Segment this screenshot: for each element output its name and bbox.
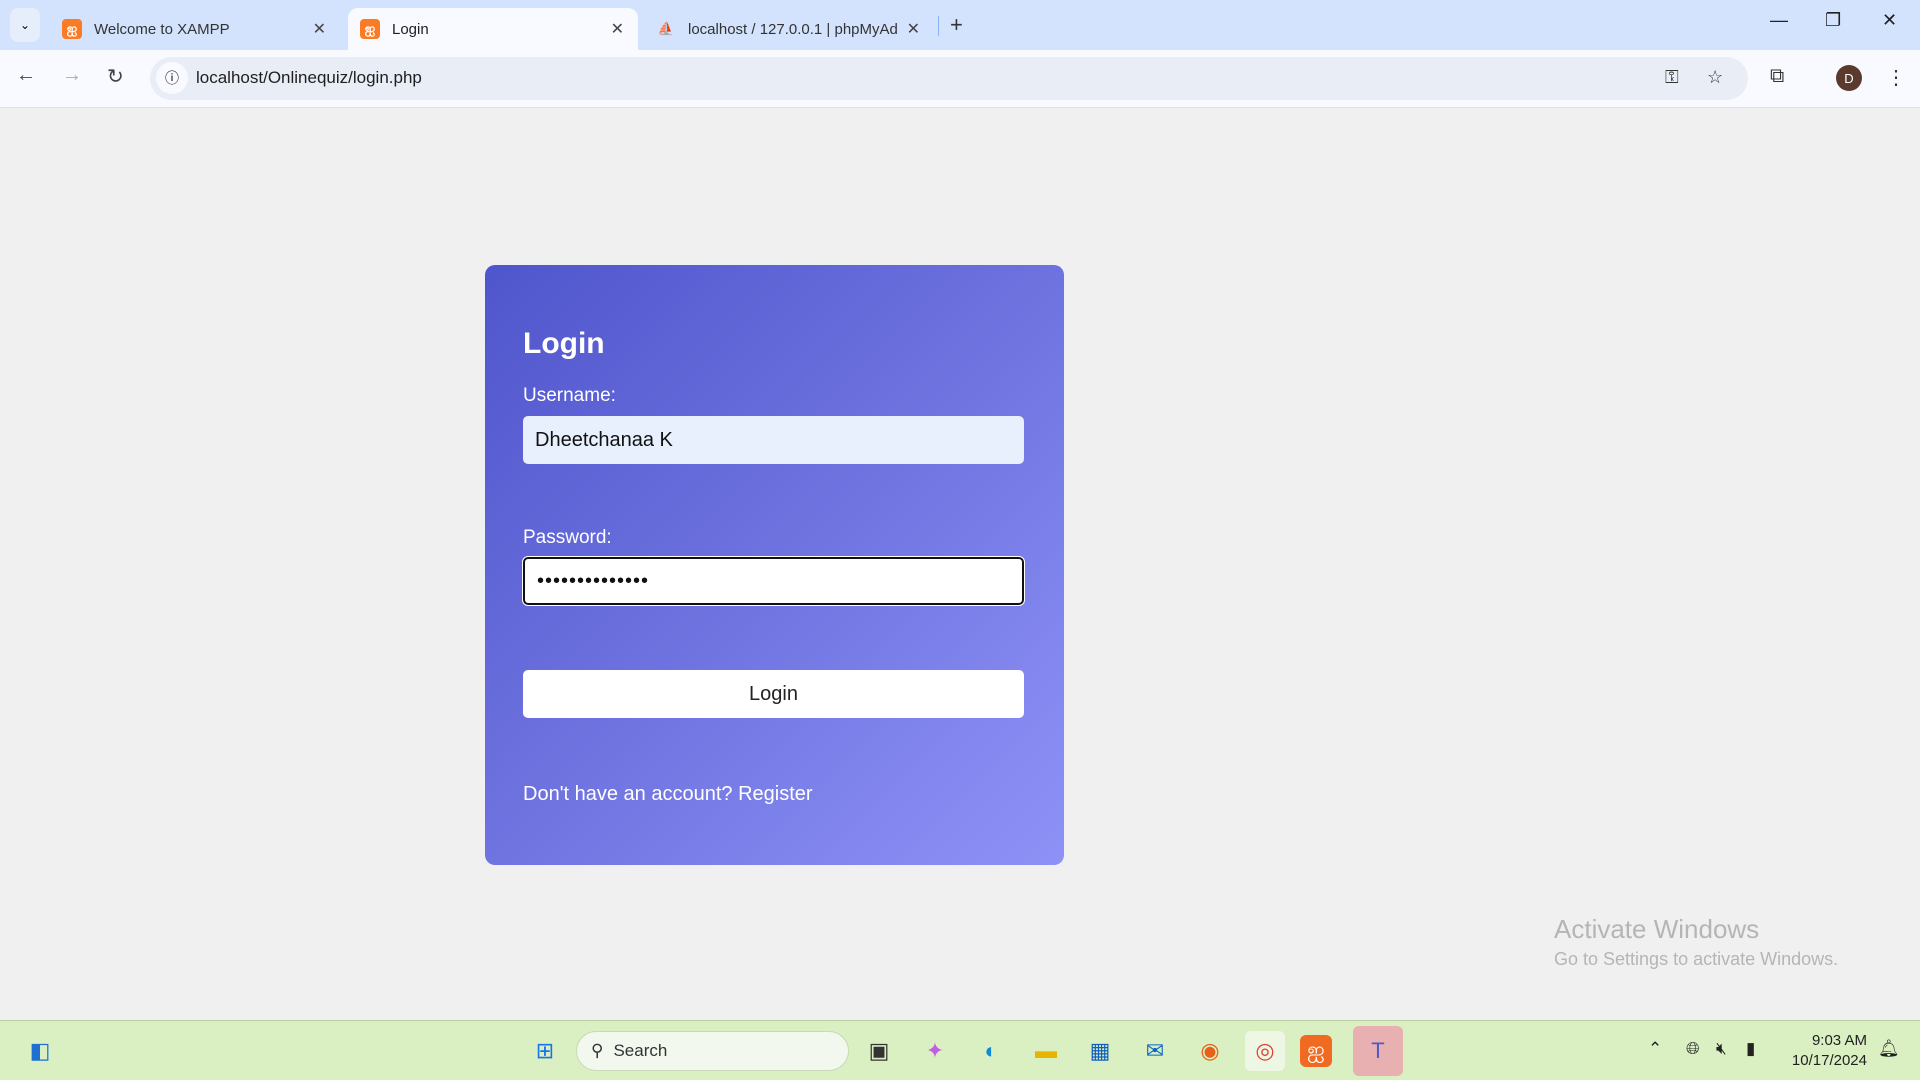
extensions-icon[interactable]: ⧉	[1770, 65, 1784, 88]
start-windows-icon[interactable]: ⊞	[525, 1031, 565, 1071]
network-icon[interactable]: 🌐︎	[1686, 1039, 1700, 1059]
login-button[interactable]: Login	[523, 670, 1024, 718]
close-window-button[interactable]: ✕	[1882, 10, 1897, 31]
username-label: Username:	[523, 385, 616, 406]
reload-button[interactable]: ↻	[107, 64, 124, 89]
login-title: Login	[523, 327, 605, 360]
site-info-icon[interactable]: ⓘ	[156, 62, 188, 94]
username-input[interactable]	[523, 416, 1024, 464]
back-button[interactable]: ←	[16, 64, 36, 87]
teams-icon[interactable]: T	[1353, 1026, 1403, 1076]
watermark-subtitle: Go to Settings to activate Windows.	[1554, 949, 1839, 969]
search-icon: ⚲	[591, 1041, 604, 1060]
minimize-button[interactable]: —	[1770, 10, 1788, 31]
password-label: Password:	[523, 527, 612, 548]
tab-title: localhost / 127.0.0.1 | phpMyAd	[688, 20, 898, 38]
tab-welcome-xampp[interactable]: ஐ Welcome to XAMPP ✕	[50, 8, 340, 50]
clock[interactable]: 9:03 AM 10/17/2024	[1785, 1031, 1867, 1071]
menu-icon[interactable]: ⋮	[1886, 65, 1906, 90]
store-icon[interactable]: ▦	[1080, 1031, 1120, 1071]
file-explorer-icon[interactable]: ▬	[1026, 1031, 1066, 1071]
profile-avatar[interactable]: D	[1836, 65, 1862, 91]
widgets-icon[interactable]: ◧	[20, 1031, 60, 1071]
copilot-icon[interactable]: ✦	[915, 1031, 955, 1071]
login-card: Login Username: Password: Login Don't ha…	[485, 265, 1064, 865]
notifications-icon[interactable]: 🔔︎	[1878, 1039, 1900, 1059]
task-view-icon[interactable]: ▣	[859, 1031, 899, 1071]
browser-toolbar: ← → ↻ ⓘ localhost/Onlinequiz/login.php ⚿…	[0, 50, 1920, 108]
forward-button: →	[62, 64, 82, 86]
password-key-icon[interactable]: ⚿	[1665, 67, 1679, 88]
edge-icon[interactable]: ◐	[971, 1031, 1011, 1071]
outlook-icon[interactable]: ✉	[1135, 1031, 1175, 1071]
firefox-icon[interactable]: ◉	[1190, 1031, 1230, 1071]
close-tab-icon[interactable]: ✕	[907, 19, 920, 39]
battery-icon[interactable]: ▮	[1746, 1039, 1755, 1059]
phpmyadmin-icon: ⛵	[657, 21, 675, 36]
search-placeholder: Search	[613, 1041, 668, 1060]
xampp-icon: ஐ	[62, 19, 82, 39]
url-text[interactable]: localhost/Onlinequiz/login.php	[196, 68, 422, 88]
taskbar: ◧ ⊞ ⚲ Search ▣ ✦ ◐ ▬ ▦ ✉ ◉ ◎ ஐ T ⌃ 🌐︎ 🔇︎ …	[0, 1020, 1920, 1080]
tab-title: Login	[392, 20, 429, 38]
tab-title: Welcome to XAMPP	[94, 20, 230, 38]
volume-muted-icon[interactable]: 🔇︎	[1716, 1039, 1727, 1059]
tab-phpmyadmin[interactable]: ⛵ localhost / 127.0.0.1 | phpMyAd ✕	[644, 8, 934, 50]
bookmark-star-icon[interactable]: ☆	[1707, 67, 1723, 88]
new-tab-button[interactable]: +	[950, 12, 963, 38]
tab-divider	[938, 16, 939, 36]
address-bar[interactable]: ⓘ localhost/Onlinequiz/login.php ⚿ ☆	[150, 57, 1748, 100]
show-hidden-icons[interactable]: ⌃	[1648, 1039, 1662, 1059]
watermark-title: Activate Windows	[1554, 914, 1760, 944]
password-input[interactable]	[522, 556, 1025, 606]
tab-login[interactable]: ஐ Login ✕	[348, 8, 638, 50]
chrome-icon[interactable]: ◎	[1245, 1031, 1285, 1071]
restore-button[interactable]: ❐	[1825, 10, 1841, 31]
taskbar-search[interactable]: ⚲ Search	[576, 1031, 849, 1071]
xampp-icon: ஐ	[360, 19, 380, 39]
close-tab-icon[interactable]: ✕	[313, 19, 326, 39]
time: 9:03 AM	[1811, 1032, 1867, 1049]
close-tab-icon[interactable]: ✕	[611, 19, 624, 39]
date: 10/17/2024	[1791, 1052, 1867, 1069]
register-link[interactable]: Don't have an account? Register	[523, 783, 813, 806]
xampp-taskbar-icon[interactable]: ஐ	[1300, 1035, 1332, 1067]
tab-bar: ⌄ ஐ Welcome to XAMPP ✕ ஐ Login ✕ ⛵ local…	[0, 0, 1920, 50]
activate-windows-watermark: Activate Windows Go to Settings to activ…	[1554, 914, 1838, 970]
tab-search-button[interactable]: ⌄	[10, 8, 40, 42]
